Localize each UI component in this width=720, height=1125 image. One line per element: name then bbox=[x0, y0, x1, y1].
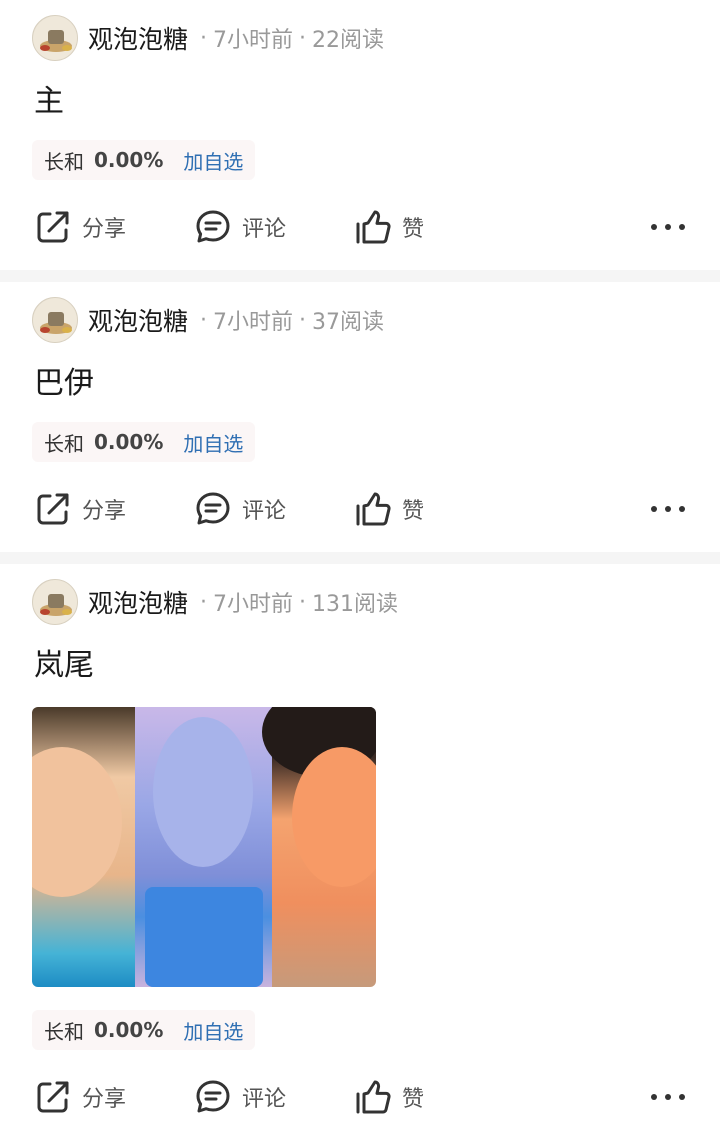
separator-dot: · bbox=[299, 25, 307, 51]
avatar[interactable] bbox=[32, 579, 78, 625]
stock-name[interactable]: 长和 bbox=[44, 146, 84, 175]
read-count: 22阅读 bbox=[312, 28, 385, 53]
comment-label: 评论 bbox=[242, 1087, 287, 1112]
action-bar: 分享 评论 赞 bbox=[0, 1073, 720, 1121]
action-bar: 分享 评论 赞 bbox=[0, 485, 720, 533]
share-button[interactable]: 分享 bbox=[34, 485, 126, 533]
post-time: 7小时前 bbox=[213, 28, 294, 53]
post-feed: 观泡泡糖 · 7小时前 · 22阅读 主 长和 0.00% 加自选 分享 评论 bbox=[0, 0, 720, 1125]
add-watchlist-button[interactable]: 加自选 bbox=[183, 428, 243, 457]
share-label: 分享 bbox=[82, 217, 127, 242]
avatar[interactable] bbox=[32, 15, 78, 61]
read-count: 131阅读 bbox=[312, 592, 399, 617]
like-button[interactable]: 赞 bbox=[354, 1073, 424, 1121]
post-time: 7小时前 bbox=[213, 310, 294, 335]
separator-dot: · bbox=[200, 307, 208, 333]
stock-tag[interactable]: 长和 0.00% 加自选 bbox=[32, 140, 256, 180]
share-label: 分享 bbox=[82, 499, 127, 524]
more-button[interactable] bbox=[648, 485, 688, 533]
separator-dot: · bbox=[200, 25, 208, 51]
more-icon bbox=[651, 224, 685, 230]
like-button[interactable]: 赞 bbox=[354, 485, 424, 533]
image-panel bbox=[32, 707, 135, 987]
stock-change: 0.00% bbox=[94, 1018, 164, 1042]
comment-label: 评论 bbox=[242, 217, 287, 242]
author-name[interactable]: 观泡泡糖 bbox=[88, 302, 188, 338]
separator-dot: · bbox=[200, 589, 208, 615]
like-icon bbox=[356, 210, 391, 244]
more-button[interactable] bbox=[648, 203, 688, 251]
like-icon bbox=[356, 1080, 391, 1114]
divider bbox=[0, 270, 720, 282]
comment-label: 评论 bbox=[242, 499, 287, 524]
share-icon bbox=[37, 211, 69, 243]
post-header: 观泡泡糖 · 7小时前 · 131阅读 bbox=[32, 578, 398, 626]
add-watchlist-button[interactable]: 加自选 bbox=[183, 1016, 243, 1045]
comment-button[interactable]: 评论 bbox=[194, 1073, 286, 1121]
action-bar: 分享 评论 赞 bbox=[0, 203, 720, 251]
author-name[interactable]: 观泡泡糖 bbox=[88, 584, 188, 620]
image-panel bbox=[262, 707, 376, 987]
post-header: 观泡泡糖 · 7小时前 · 37阅读 bbox=[32, 296, 384, 344]
post-image[interactable] bbox=[32, 707, 376, 987]
post-meta: · 7小时前 · 131阅读 bbox=[194, 586, 398, 618]
stock-tag[interactable]: 长和 0.00% 加自选 bbox=[32, 1010, 256, 1050]
avatar[interactable] bbox=[32, 297, 78, 343]
comment-icon bbox=[196, 1080, 230, 1113]
stock-change: 0.00% bbox=[94, 430, 164, 454]
more-icon bbox=[651, 1094, 685, 1100]
image-panel bbox=[135, 707, 272, 987]
share-icon bbox=[37, 493, 69, 525]
stock-change: 0.00% bbox=[94, 148, 164, 172]
share-button[interactable]: 分享 bbox=[34, 203, 126, 251]
post-content[interactable]: 巴伊 bbox=[34, 364, 94, 404]
add-watchlist-button[interactable]: 加自选 bbox=[183, 146, 243, 175]
post-content[interactable]: 岚尾 bbox=[34, 646, 94, 686]
like-label: 赞 bbox=[402, 217, 425, 242]
like-button[interactable]: 赞 bbox=[354, 203, 424, 251]
stock-name[interactable]: 长和 bbox=[44, 1016, 84, 1045]
stock-tag[interactable]: 长和 0.00% 加自选 bbox=[32, 422, 256, 462]
comment-icon bbox=[196, 492, 230, 525]
post-meta: · 7小时前 · 22阅读 bbox=[194, 22, 384, 54]
share-button[interactable]: 分享 bbox=[34, 1073, 126, 1121]
divider bbox=[0, 552, 720, 564]
post-meta: · 7小时前 · 37阅读 bbox=[194, 304, 384, 336]
more-icon bbox=[651, 506, 685, 512]
post-card[interactable]: 观泡泡糖 · 7小时前 · 37阅读 巴伊 长和 0.00% 加自选 分享 评论 bbox=[0, 282, 720, 552]
like-label: 赞 bbox=[402, 1087, 425, 1112]
like-icon bbox=[356, 492, 391, 526]
post-content[interactable]: 主 bbox=[34, 82, 64, 122]
separator-dot: · bbox=[299, 589, 307, 615]
share-icon bbox=[37, 1081, 69, 1113]
comment-icon bbox=[196, 210, 230, 243]
comment-button[interactable]: 评论 bbox=[194, 485, 286, 533]
author-name[interactable]: 观泡泡糖 bbox=[88, 20, 188, 56]
separator-dot: · bbox=[299, 307, 307, 333]
post-time: 7小时前 bbox=[213, 592, 294, 617]
post-header: 观泡泡糖 · 7小时前 · 22阅读 bbox=[32, 14, 384, 62]
post-card[interactable]: 观泡泡糖 · 7小时前 · 131阅读 岚尾 长和 0.00% 加自选 分享 评… bbox=[0, 564, 720, 1125]
comment-button[interactable]: 评论 bbox=[194, 203, 286, 251]
post-card[interactable]: 观泡泡糖 · 7小时前 · 22阅读 主 长和 0.00% 加自选 分享 评论 bbox=[0, 0, 720, 270]
read-count: 37阅读 bbox=[312, 310, 385, 335]
stock-name[interactable]: 长和 bbox=[44, 428, 84, 457]
more-button[interactable] bbox=[648, 1073, 688, 1121]
like-label: 赞 bbox=[402, 499, 425, 524]
share-label: 分享 bbox=[82, 1087, 127, 1112]
